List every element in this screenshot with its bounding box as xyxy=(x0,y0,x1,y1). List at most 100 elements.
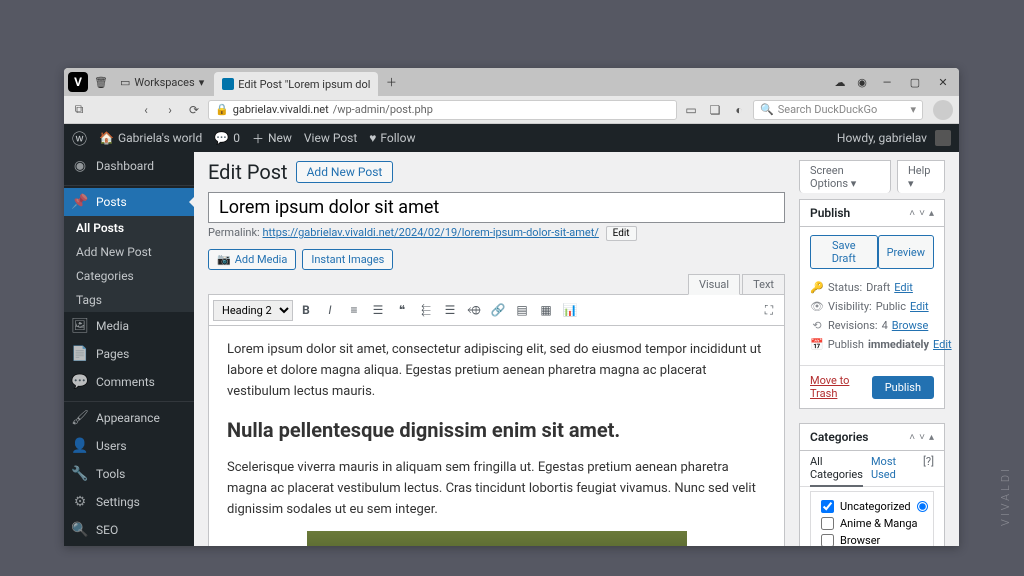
new-content-link[interactable]: ＋ New xyxy=(252,130,292,147)
most-used-tab[interactable]: Most Used xyxy=(871,451,907,486)
screen-options-tab[interactable]: Screen Options ▾ xyxy=(799,160,891,193)
submenu-tags[interactable]: Tags xyxy=(64,288,194,312)
text-tab[interactable]: Text xyxy=(742,274,785,295)
move-to-trash-link[interactable]: Move to Trash xyxy=(810,374,872,400)
chart-button[interactable]: 📊 xyxy=(559,299,581,321)
up-icon[interactable]: ˄ xyxy=(909,432,915,443)
view-post-link[interactable]: View Post xyxy=(304,131,357,145)
menu-tools[interactable]: 🔧Tools xyxy=(64,460,194,488)
panel-toggle-icon[interactable]: ⧉ xyxy=(70,101,88,119)
bullet-list-button[interactable]: ≡ xyxy=(343,299,365,321)
workspaces-button[interactable]: ▭ Workspaces ▾ xyxy=(114,76,210,89)
preview-button[interactable]: Preview xyxy=(878,235,934,269)
link-button[interactable]: 🔗 xyxy=(487,299,509,321)
visual-tab[interactable]: Visual xyxy=(688,274,740,295)
toolbar-toggle-button[interactable]: ▦ xyxy=(535,299,557,321)
close-button[interactable]: ✕ xyxy=(931,72,955,92)
post-title-input[interactable] xyxy=(208,192,785,223)
menu-appearance[interactable]: 🖌Appearance xyxy=(64,404,194,432)
down-icon[interactable]: ˅ xyxy=(919,432,925,443)
primary-category-radio[interactable] xyxy=(917,501,928,512)
add-media-button[interactable]: 📷Add Media xyxy=(208,249,296,270)
fullscreen-button[interactable]: ⛶ xyxy=(758,299,780,321)
url-field[interactable]: 🔒 gabrielav.vivaldi.net/wp-admin/post.ph… xyxy=(208,100,677,120)
reader-icon[interactable]: ▭ xyxy=(681,100,701,120)
align-right-button[interactable]: ⬲ xyxy=(463,299,485,321)
comments-link[interactable]: 💬 0 xyxy=(214,131,240,145)
category-checkbox[interactable] xyxy=(821,500,834,513)
reload-button[interactable]: ⟳ xyxy=(184,100,204,120)
menu-pages[interactable]: 📄Pages xyxy=(64,340,194,368)
sync-icon[interactable]: ◉ xyxy=(853,73,871,91)
bold-button[interactable]: B xyxy=(295,299,317,321)
category-item[interactable]: Browser xyxy=(821,532,923,546)
screen-meta: Screen Options ▾ Help ▾ xyxy=(799,160,945,193)
italic-button[interactable]: I xyxy=(319,299,341,321)
permalink-label: Permalink: xyxy=(208,226,260,239)
admin-sidebar: ◉Dashboard 📌Posts All Posts Add New Post… xyxy=(64,152,194,546)
profile-avatar[interactable] xyxy=(933,100,953,120)
maximize-button[interactable]: ▢ xyxy=(903,72,927,92)
quote-button[interactable]: ❝ xyxy=(391,299,413,321)
search-field[interactable]: 🔍 Search DuckDuckGo ▾ xyxy=(753,100,923,120)
menu-seo[interactable]: 🔍SEO xyxy=(64,516,194,544)
howdy-link[interactable]: Howdy, gabrielav xyxy=(837,130,951,146)
category-item[interactable]: Uncategorized xyxy=(821,498,923,515)
back-button[interactable]: ‹ xyxy=(136,100,156,120)
users-icon: 👤 xyxy=(72,438,88,454)
save-draft-button[interactable]: Save Draft xyxy=(810,235,878,269)
follow-link[interactable]: ♥ Follow xyxy=(369,131,415,145)
vivaldi-menu-button[interactable]: V xyxy=(68,72,88,92)
help-tab[interactable]: Help ▾ xyxy=(897,160,945,193)
trash-icon[interactable]: 🗑 xyxy=(92,73,110,91)
menu-users[interactable]: 👤Users xyxy=(64,432,194,460)
heading-2: Nulla pellentesque dignissim enim sit am… xyxy=(227,414,766,446)
toggle-icon[interactable]: ▴ xyxy=(929,208,934,219)
forward-button[interactable]: › xyxy=(160,100,180,120)
metabox-title: Categories xyxy=(810,430,868,444)
menu-settings[interactable]: ⚙Settings xyxy=(64,488,194,516)
pin-icon: 📌 xyxy=(72,194,88,210)
editor-content[interactable]: Lorem ipsum dolor sit amet, consectetur … xyxy=(208,326,785,546)
minimize-button[interactable]: — xyxy=(875,72,899,92)
blocker-icon[interactable]: ◐ xyxy=(729,100,749,120)
menu-posts[interactable]: 📌Posts xyxy=(64,188,194,216)
edit-visibility-link[interactable]: Edit xyxy=(910,300,929,313)
up-icon[interactable]: ˄ xyxy=(909,208,915,219)
publish-button[interactable]: Publish xyxy=(872,376,934,399)
permalink-link[interactable]: https://gabrielav.vivaldi.net/2024/02/19… xyxy=(262,226,598,239)
toggle-icon[interactable]: ▴ xyxy=(929,432,934,443)
submenu-all-posts[interactable]: All Posts xyxy=(64,216,194,240)
instant-images-button[interactable]: Instant Images xyxy=(302,249,393,270)
all-categories-tab[interactable]: All Categories xyxy=(810,451,863,487)
category-checkbox[interactable] xyxy=(821,534,834,546)
numbered-list-button[interactable]: ☰ xyxy=(367,299,389,321)
category-item[interactable]: Anime & Manga xyxy=(821,515,923,532)
browse-revisions-link[interactable]: Browse xyxy=(892,319,929,332)
align-center-button[interactable]: ☰ xyxy=(439,299,461,321)
add-new-post-button[interactable]: Add New Post xyxy=(296,161,394,183)
plus-icon: ＋ xyxy=(252,130,264,147)
menu-dashboard[interactable]: ◉Dashboard xyxy=(64,152,194,180)
edit-publish-link[interactable]: Edit xyxy=(933,338,952,351)
format-select[interactable]: Heading 2 xyxy=(213,300,293,321)
cloud-icon[interactable]: ☁ xyxy=(831,73,849,91)
more-button[interactable]: ▤ xyxy=(511,299,533,321)
submenu-categories[interactable]: Categories xyxy=(64,264,194,288)
category-label: Uncategorized xyxy=(840,500,911,513)
publish-value: immediately xyxy=(868,338,929,351)
new-tab-button[interactable]: ＋ xyxy=(382,73,400,91)
submenu-add-new[interactable]: Add New Post xyxy=(64,240,194,264)
edit-status-link[interactable]: Edit xyxy=(894,281,913,294)
browser-tab[interactable]: Edit Post "Lorem ipsum dol xyxy=(214,72,378,96)
menu-comments[interactable]: 💬Comments xyxy=(64,368,194,396)
category-checkbox[interactable] xyxy=(821,517,834,530)
menu-media[interactable]: 🖼Media xyxy=(64,312,194,340)
site-name-link[interactable]: 🏠 Gabriela's world xyxy=(99,131,202,145)
help-icon[interactable]: [?] xyxy=(923,451,934,486)
down-icon[interactable]: ˅ xyxy=(919,208,925,219)
align-left-button[interactable]: ⬱ xyxy=(415,299,437,321)
edit-permalink-button[interactable]: Edit xyxy=(606,226,637,241)
wordpress-logo-icon[interactable]: ⓦ xyxy=(72,128,87,149)
bookmark-icon[interactable]: ❏ xyxy=(705,100,725,120)
